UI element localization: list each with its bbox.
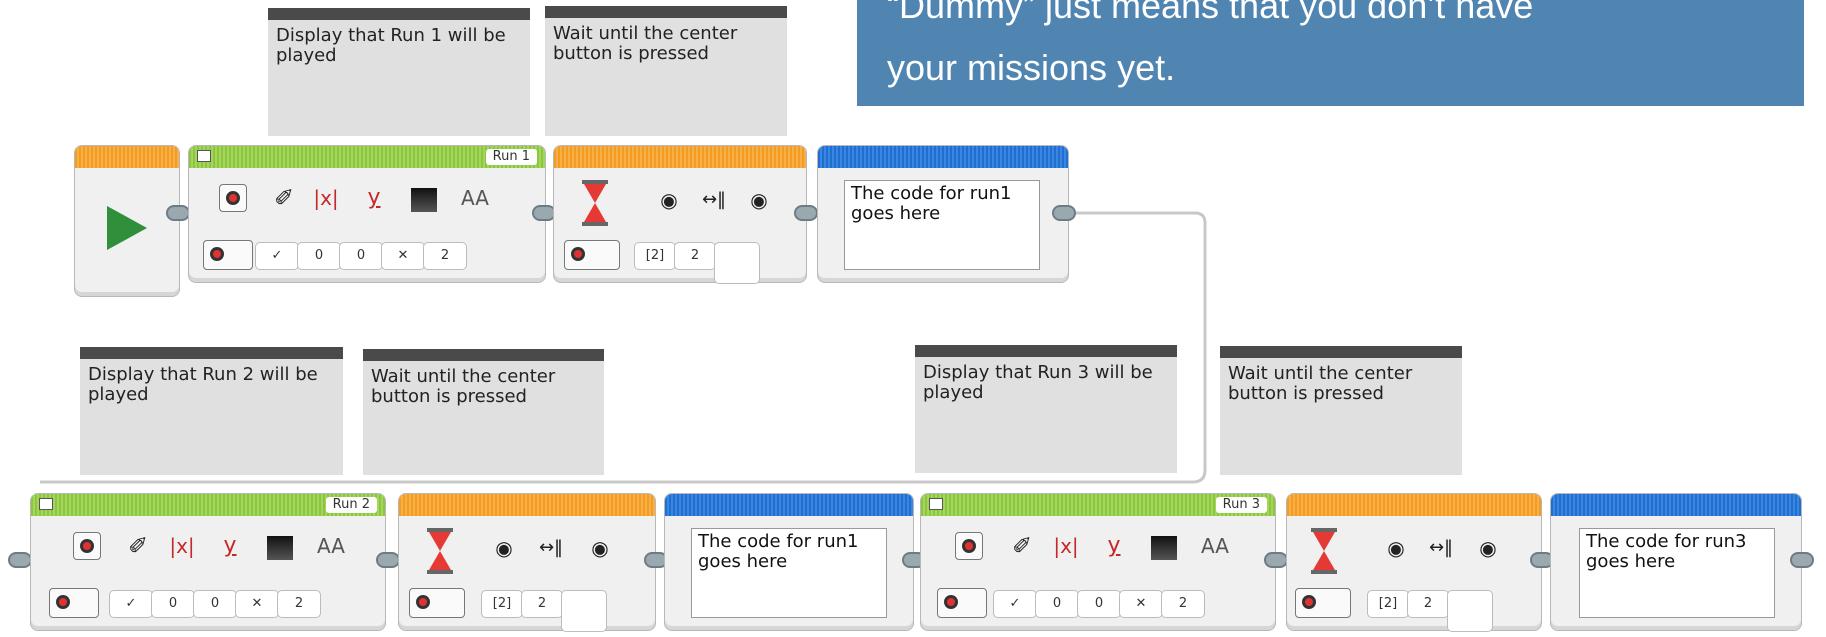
document-icon (39, 498, 53, 510)
code1-output-plug[interactable] (1052, 205, 1076, 221)
param-state[interactable]: 2 (1407, 590, 1449, 618)
code-comment-text[interactable]: The code for run1 goes here (691, 528, 887, 618)
document-icon (197, 150, 211, 162)
display-block-run1[interactable]: Run 1 ✐ |x| y AA ✓ 0 0 ✕ 2 (188, 145, 546, 283)
wait-mode-icon[interactable] (564, 240, 620, 270)
run-tag: Run 2 (325, 497, 377, 513)
code-block-run3[interactable]: The code for run3 goes here (1550, 493, 1802, 631)
text-grid-mode-icon[interactable] (203, 240, 253, 270)
eraser-icon: ✐ (1011, 532, 1033, 560)
font-size-icon: AA (1201, 534, 1229, 558)
display-block-run2[interactable]: Run 2 ✐ |x| y AA ✓ 0 0 ✕ 2 (30, 493, 386, 631)
param-color[interactable]: ✕ (235, 590, 279, 618)
wait-block-run3[interactable]: ◉ ↔‖ ◉ [2] 2 (1286, 493, 1542, 632)
state-icon: ◉ (1479, 536, 1497, 560)
display-mode-icon[interactable] (219, 184, 247, 212)
param-y[interactable]: 0 (1077, 590, 1121, 618)
state-icon: ◉ (591, 536, 609, 560)
state-icon: ◉ (750, 188, 768, 212)
color-icon (411, 188, 437, 212)
param-result[interactable] (714, 242, 760, 284)
code-block-run2[interactable]: The code for run1 goes here (664, 493, 914, 631)
wait-mode-icon[interactable] (409, 588, 465, 618)
compare-icon: ↔‖ (701, 189, 727, 210)
text-grid-mode-icon[interactable] (49, 588, 99, 618)
wait1-output-plug[interactable] (794, 205, 818, 221)
hourglass-icon (580, 180, 610, 226)
brick-button-icon: ◉ (495, 536, 513, 560)
code-comment-text[interactable]: The code for run3 goes here (1579, 528, 1775, 618)
display-block-run3[interactable]: Run 3 ✐ |x| y AA ✓ 0 0 ✕ 2 (920, 493, 1276, 631)
hourglass-icon (425, 528, 455, 574)
param-x[interactable]: 0 (1035, 590, 1079, 618)
eraser-icon: ✐ (273, 184, 295, 212)
x-coordinate-icon: |x| (313, 186, 339, 210)
y-coordinate-icon: y (1107, 533, 1121, 558)
param-buttons[interactable]: [2] (481, 590, 523, 618)
font-size-icon: AA (317, 534, 345, 558)
wait-block-run1[interactable]: ◉ ↔‖ ◉ [2] 2 (553, 145, 807, 284)
param-state[interactable]: 2 (674, 242, 716, 270)
run-tag: Run 3 (1215, 497, 1267, 513)
param-color[interactable]: ✕ (381, 242, 425, 270)
param-font[interactable]: 2 (423, 242, 467, 270)
param-clear[interactable]: ✓ (109, 590, 153, 618)
x-coordinate-icon: |x| (169, 534, 195, 558)
text-grid-mode-icon[interactable] (937, 588, 987, 618)
param-clear[interactable]: ✓ (993, 590, 1037, 618)
param-y[interactable]: 0 (193, 590, 237, 618)
compare-icon: ↔‖ (1428, 537, 1454, 558)
code-block-run1[interactable]: The code for run1 goes here (817, 145, 1069, 283)
x-coordinate-icon: |x| (1053, 534, 1079, 558)
display-mode-icon[interactable] (955, 532, 983, 560)
document-icon (929, 498, 943, 510)
param-clear[interactable]: ✓ (255, 242, 299, 270)
color-icon (1151, 536, 1177, 560)
param-font[interactable]: 2 (1161, 590, 1205, 618)
brick-button-icon: ◉ (660, 188, 678, 212)
param-result[interactable] (561, 590, 607, 632)
param-x[interactable]: 0 (151, 590, 195, 618)
start-output-plug[interactable] (166, 205, 190, 221)
display-mode-icon[interactable] (73, 532, 101, 560)
color-icon (267, 536, 293, 560)
run-tag: Run 1 (485, 149, 537, 165)
param-font[interactable]: 2 (277, 590, 321, 618)
row2-input-plug[interactable] (8, 552, 32, 568)
param-color[interactable]: ✕ (1119, 590, 1163, 618)
code-comment-text[interactable]: The code for run1 goes here (844, 180, 1040, 270)
param-buttons[interactable]: [2] (1367, 590, 1409, 618)
hourglass-icon (1309, 528, 1339, 574)
param-y[interactable]: 0 (339, 242, 383, 270)
start-block[interactable] (74, 145, 180, 297)
param-buttons[interactable]: [2] (634, 242, 676, 270)
wait-mode-icon[interactable] (1295, 588, 1351, 618)
display3-output-plug[interactable] (1264, 552, 1288, 568)
eraser-icon: ✐ (127, 532, 149, 560)
start-block-bar (75, 146, 179, 168)
y-coordinate-icon: y (367, 185, 381, 210)
param-state[interactable]: 2 (521, 590, 563, 618)
code3-output-plug[interactable] (1790, 552, 1814, 568)
brick-button-icon: ◉ (1387, 536, 1405, 560)
display2-output-plug[interactable] (376, 552, 400, 568)
play-icon (107, 206, 147, 250)
font-size-icon: AA (461, 186, 489, 210)
param-result[interactable] (1447, 590, 1493, 632)
compare-icon: ↔‖ (538, 537, 564, 558)
wait-block-run2[interactable]: ◉ ↔‖ ◉ [2] 2 (398, 493, 656, 632)
y-coordinate-icon: y (223, 533, 237, 558)
param-x[interactable]: 0 (297, 242, 341, 270)
